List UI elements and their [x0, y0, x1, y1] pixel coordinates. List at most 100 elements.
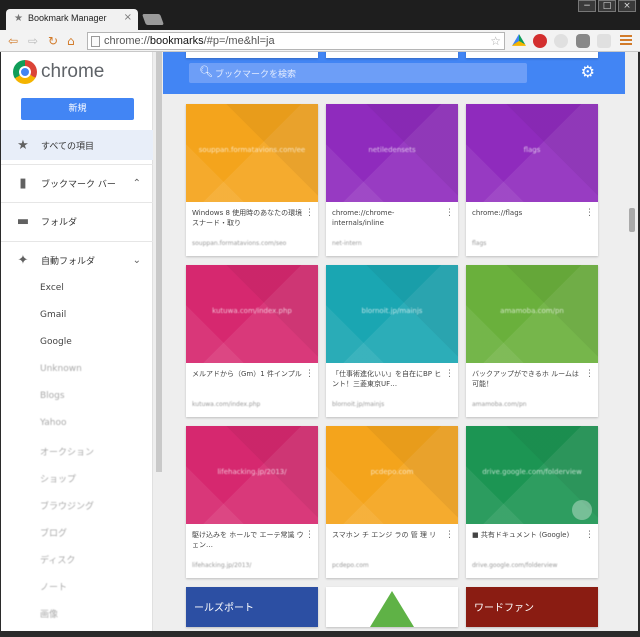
card-url: lifehacking.jp/2013/ — [192, 562, 252, 569]
browser-toolbar: ⇦ ⇨ ↻ ⌂ chrome://bookmarks/#p=/me&hl=ja … — [0, 30, 640, 52]
back-icon[interactable]: ⇦ — [8, 33, 18, 49]
tab-close-icon[interactable]: × — [124, 12, 132, 23]
new-tab-button[interactable] — [141, 14, 165, 25]
close-window-button[interactable]: × — [618, 0, 636, 12]
more-options-icon[interactable]: ⋮ — [585, 530, 594, 540]
subitem[interactable]: ノート — [40, 580, 67, 593]
subitem-excel[interactable]: Excel — [40, 283, 64, 293]
bookmark-card[interactable]: pcdepo.com スマホン チ エンジ ラの 管 理 リ pcdepo.com ⋮ — [326, 426, 458, 578]
thumbnail-label: ールズポート — [194, 603, 254, 614]
red-extension-icon[interactable] — [533, 34, 547, 48]
home-icon[interactable]: ⌂ — [67, 33, 75, 49]
forward-icon[interactable]: ⇨ — [28, 33, 38, 49]
bookmark-card-partial[interactable] — [326, 52, 458, 58]
more-options-icon[interactable]: ⋮ — [445, 208, 454, 218]
tab-bookmark-manager[interactable]: ★ Bookmark Manager × — [6, 9, 138, 30]
chrome-logo: chrome — [13, 60, 104, 84]
thumbnail-url: netiledensets — [368, 146, 416, 154]
thumbnail-label: ワードファン — [474, 603, 534, 614]
logo-text: chrome — [41, 61, 105, 82]
subitem[interactable]: ブラウジング — [40, 499, 94, 512]
bookmark-card[interactable]: amamoba.com/pn バックアップができるホ ルームは可能！ amamoba… — [466, 265, 598, 417]
bookmark-card[interactable]: kutuwa.com/index.php メルアドから（Gm）1 件インプル kut… — [186, 265, 318, 417]
bookmark-star-icon[interactable]: ☆ — [490, 34, 501, 48]
card-thumbnail[interactable]: souppan.formatavions.com/ee — [186, 104, 318, 202]
more-options-icon[interactable]: ⋮ — [585, 369, 594, 379]
more-options-icon[interactable]: ⋮ — [445, 369, 454, 379]
more-options-icon[interactable]: ⋮ — [305, 208, 314, 218]
new-button[interactable]: 新規 — [21, 98, 134, 120]
card-thumbnail[interactable]: amamoba.com/pn — [466, 265, 598, 363]
reload-icon[interactable]: ↻ — [48, 33, 58, 49]
card-title: 「仕事術進化いい」を自在にBP ヒント！三菱東京UF… — [332, 370, 442, 388]
thumbnail-url: souppan.formatavions.com/ee — [198, 146, 306, 154]
bookmark-manager-page: chrome 新規 ★ すべての項目 ▮ ブックマーク バー ⌃ ▬ フォルダ … — [1, 52, 638, 631]
card-url: flags — [472, 240, 487, 247]
card-thumbnail[interactable]: kutuwa.com/index.php — [186, 265, 318, 363]
subitem[interactable]: ブログ — [40, 526, 67, 539]
auto-folder-icon: ✦ — [17, 252, 29, 268]
card-thumbnail[interactable]: netiledensets — [326, 104, 458, 202]
card-thumbnail[interactable]: blornoit.jp/mainjs — [326, 265, 458, 363]
card-title: Windows 8 使用時のあなたの環境スナード・取り — [192, 209, 303, 227]
thumbnail-url: amamoba.com/pn — [500, 307, 564, 315]
card-url: amamoba.com/pn — [472, 401, 527, 408]
card-thumbnail[interactable]: lifehacking.jp/2013/ — [186, 426, 318, 524]
card-title: ■ 共有ドキュメント (Google) — [472, 531, 570, 539]
bookmark-card[interactable]: ールズポート — [186, 587, 318, 627]
tab-star-icon: ★ — [14, 13, 23, 24]
hamburger-menu-icon[interactable] — [620, 35, 632, 46]
search-input[interactable]: 🔍︎ ブックマークを検索 — [189, 63, 527, 83]
more-options-icon[interactable]: ⋮ — [585, 208, 594, 218]
moon-extension-icon[interactable] — [554, 34, 568, 48]
subitem[interactable]: 画像 — [40, 607, 58, 620]
card-thumbnail[interactable]: pcdepo.com — [326, 426, 458, 524]
nav-auto-folder[interactable]: ✦ 自動フォルダ ⌄ — [1, 245, 153, 275]
nav-folder[interactable]: ▬ フォルダ — [1, 206, 153, 236]
more-options-icon[interactable]: ⋮ — [305, 530, 314, 540]
title-bar: ★ Bookmark Manager × − □ × — [0, 0, 640, 30]
shield-extension-icon[interactable] — [576, 34, 590, 48]
chrome-logo-icon — [13, 60, 37, 84]
bookmark-card-partial[interactable] — [466, 52, 598, 58]
address-bar[interactable]: chrome://bookmarks/#p=/me&hl=ja ☆ — [87, 32, 505, 50]
maximize-button[interactable]: □ — [598, 0, 616, 12]
subitem[interactable]: Yahoo — [40, 418, 67, 428]
bookmark-card[interactable]: flags chrome://flags flags ⋮ — [466, 104, 598, 256]
bookmark-icon: ▮ — [19, 175, 27, 191]
bookmark-card[interactable]: ワードファン — [466, 587, 598, 627]
bookmark-card[interactable]: blornoit.jp/mainjs 「仕事術進化いい」を自在にBP ヒント！三菱… — [326, 265, 458, 417]
chevron-down-icon[interactable]: ⌄ — [133, 255, 141, 266]
sidebar-scrollbar[interactable] — [156, 52, 162, 472]
bookmark-card[interactable]: souppan.formatavions.com/ee Windows 8 使用時… — [186, 104, 318, 256]
gear-icon[interactable]: ⚙ — [581, 62, 595, 81]
nav-label: ブックマーク バー — [41, 179, 116, 190]
chevron-up-icon[interactable]: ⌃ — [133, 178, 141, 189]
nav-all-items[interactable]: ★ すべての項目 — [1, 130, 153, 160]
subitem[interactable]: ディスク — [40, 553, 75, 566]
main-scrollbar[interactable] — [629, 208, 635, 232]
drive-extension-icon[interactable] — [512, 34, 526, 46]
bookmark-card[interactable] — [326, 587, 458, 627]
card-thumbnail[interactable]: flags — [466, 104, 598, 202]
bookmark-card[interactable]: netiledensets chrome://chrome-internals/i… — [326, 104, 458, 256]
bookmark-card-partial[interactable] — [186, 52, 318, 58]
subitem[interactable]: Unknown — [40, 364, 82, 374]
subitem-gmail[interactable]: Gmail — [40, 310, 66, 320]
card-url: net-intern — [332, 240, 362, 247]
triangle-thumbnail — [370, 591, 414, 627]
subitem[interactable]: オークション — [40, 445, 94, 458]
card-title: chrome://chrome-internals/inline — [332, 209, 395, 227]
subitem[interactable]: ショップ — [40, 472, 76, 485]
subitem-google[interactable]: Google — [40, 337, 72, 347]
minimize-button[interactable]: − — [578, 0, 596, 12]
more-options-icon[interactable]: ⋮ — [445, 530, 454, 540]
bookmark-card[interactable]: lifehacking.jp/2013/駆け込みを ホールで エーテ常識 ウェン… — [186, 426, 318, 578]
thumbnail-url: blornoit.jp/mainjs — [361, 307, 423, 315]
more-options-icon[interactable]: ⋮ — [305, 369, 314, 379]
box-extension-icon[interactable] — [597, 34, 611, 48]
nav-bookmark-bar[interactable]: ▮ ブックマーク バー ⌃ — [1, 168, 153, 198]
folder-icon: ▬ — [16, 213, 30, 229]
subitem[interactable]: Blogs — [40, 391, 65, 401]
bookmark-card[interactable]: drive.google.com/folderview ■ 共有ドキュメント (G… — [466, 426, 598, 578]
